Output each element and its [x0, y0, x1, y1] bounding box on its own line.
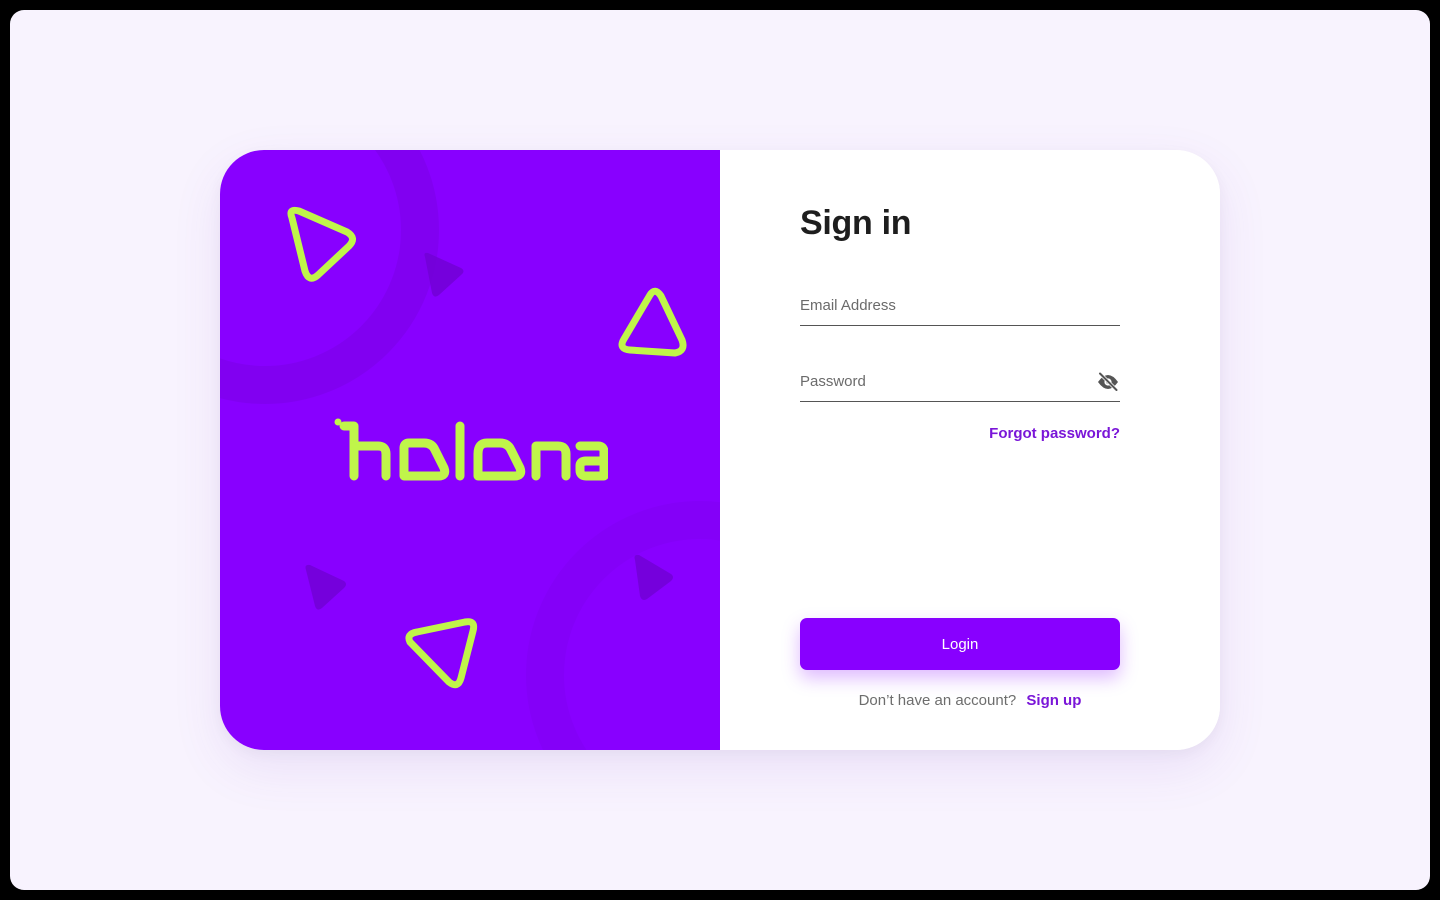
password-field[interactable]: [800, 362, 1080, 400]
eye-off-icon[interactable]: [1096, 370, 1120, 394]
login-button[interactable]: Login: [800, 618, 1120, 670]
forgot-password-link[interactable]: Forgot password?: [989, 425, 1120, 442]
play-triangle-outline-3: [405, 618, 478, 689]
decorative-triangle-1: [424, 252, 464, 297]
play-triangle-outline-2: [618, 287, 687, 357]
decorative-ring-top: [220, 150, 439, 404]
sign-in-form: Sign in Forgot password? Login: [720, 150, 1220, 750]
sign-in-card: Sign in Forgot password? Login: [220, 150, 1220, 750]
email-field-container: [800, 286, 1120, 326]
holona-logo: [334, 418, 608, 481]
decorative-triangle-3: [634, 554, 673, 600]
signup-link[interactable]: Sign up: [1026, 692, 1081, 709]
play-triangle-outline-1: [287, 206, 356, 282]
signup-row: Don’t have an account? Sign up: [720, 692, 1220, 709]
signup-prompt: Don’t have an account?: [858, 692, 1017, 709]
email-field[interactable]: [800, 286, 1120, 324]
decorative-ring-bottom: [526, 501, 720, 750]
brand-panel: [220, 150, 720, 750]
password-field-container: [800, 362, 1120, 402]
app-window: Sign in Forgot password? Login: [10, 10, 1430, 890]
decorative-triangle-2: [305, 564, 346, 610]
page-title: Sign in: [800, 204, 912, 242]
